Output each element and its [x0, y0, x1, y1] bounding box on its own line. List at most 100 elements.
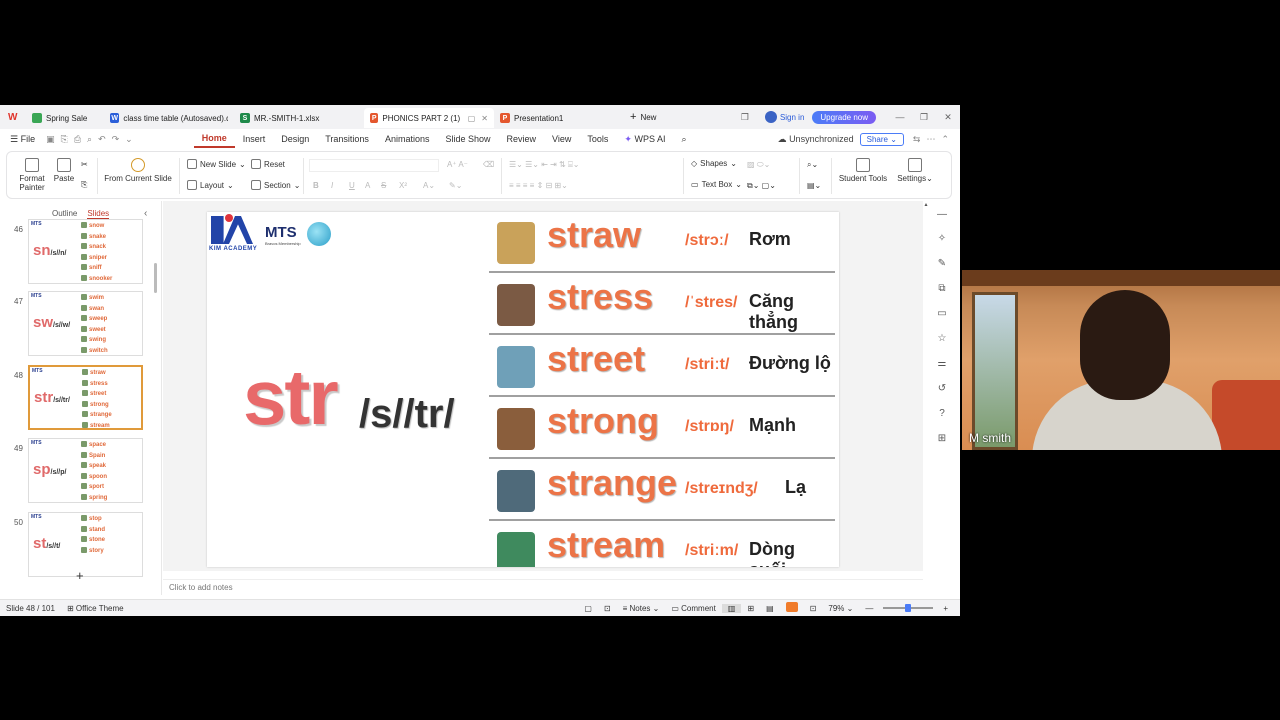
sign-in-button[interactable]: Sign in: [764, 111, 804, 123]
current-slide[interactable]: KIM ACADEMY MTS Bravos Membership str /s…: [207, 212, 839, 567]
fit-window-icon[interactable]: ⊡: [804, 604, 823, 613]
collapse-ribbon-icon[interactable]: ⌃: [938, 134, 952, 145]
align-icon[interactable]: ≡ ≡ ≡ ≡ ⇕ ⊟ ⊞⌄: [509, 181, 568, 190]
tab-review[interactable]: Review: [499, 134, 545, 144]
help-icon[interactable]: ?: [936, 408, 948, 420]
clear-format-icon[interactable]: ⌫: [483, 160, 494, 169]
comment-icon[interactable]: ▭: [936, 308, 948, 320]
select-icon[interactable]: ▤⌄: [807, 181, 821, 190]
close-window-icon[interactable]: ✕: [936, 112, 960, 123]
settings-button[interactable]: Settings⌄: [895, 158, 935, 183]
grid-icon[interactable]: ⊞: [936, 433, 948, 445]
wps-ai-button[interactable]: ✦ WPS AI: [616, 134, 673, 145]
tab-transitions[interactable]: Transitions: [317, 134, 377, 144]
restore-tab-icon[interactable]: ▢: [468, 114, 476, 123]
slide-thumbnail-50[interactable]: MTS st/s//t/stop stand stone story: [28, 512, 143, 577]
star-icon[interactable]: ☆: [936, 333, 948, 345]
chevron-down-icon[interactable]: ⌄: [122, 134, 136, 145]
play-slideshow-button[interactable]: [780, 602, 804, 614]
zoom-level[interactable]: 79% ⌄: [822, 604, 859, 613]
share-button[interactable]: Share ⌄: [859, 132, 904, 146]
copy-icon[interactable]: ⎘: [81, 180, 87, 190]
tab-mr-smith-xlsx[interactable]: S MR.-SMITH-1.xlsx: [234, 108, 364, 128]
reading-view-icon[interactable]: ▤: [760, 604, 780, 613]
shapes-button[interactable]: ◇ Shapes ⌄: [691, 159, 737, 168]
font-grow-icon[interactable]: A⁺ A⁻: [447, 160, 468, 169]
picture-icon[interactable]: ▨ ⬭⌄: [747, 160, 770, 170]
paste-button[interactable]: Paste: [51, 158, 77, 183]
slide-thumbnail-48[interactable]: MTS str/s//tr/straw stress street strong stra…: [28, 365, 143, 430]
font-name-select[interactable]: [309, 159, 439, 172]
cut-icon[interactable]: ✂: [81, 160, 88, 169]
font-color-icon[interactable]: A⌄: [423, 181, 435, 190]
edit-icon[interactable]: ✎: [936, 258, 948, 270]
new-tab-button[interactable]: + New: [624, 111, 662, 123]
fit-icon[interactable]: ▢: [578, 604, 598, 613]
theme-button[interactable]: ⊞ Office Theme: [61, 604, 130, 613]
print-preview-icon[interactable]: ⌕: [84, 134, 95, 145]
zoom-slider[interactable]: [883, 604, 934, 612]
minimize-icon[interactable]: —: [888, 112, 912, 122]
highlight-icon[interactable]: ✎⌄: [449, 181, 462, 190]
file-menu[interactable]: ☰ File: [0, 134, 43, 145]
copy-icon[interactable]: ⧉: [936, 283, 948, 295]
tab-design[interactable]: Design: [273, 134, 317, 144]
layout-button[interactable]: Layout ⌄: [187, 180, 234, 190]
zoom-in-icon[interactable]: +: [937, 604, 954, 613]
slide-thumbnail-46[interactable]: MTS sn/s//n/snow snake snack sniper sniff snoo…: [28, 219, 143, 284]
bullets-icon[interactable]: ☰⌄ ☰⌄ ⇤ ⇥ ⇅ ⌸⌄: [509, 160, 579, 170]
superscript-icon[interactable]: X²: [399, 181, 407, 190]
strikethrough-icon[interactable]: S: [381, 181, 386, 190]
scroll-up-icon[interactable]: ▴: [920, 201, 932, 213]
redo-icon[interactable]: ↷: [109, 134, 123, 145]
history-icon[interactable]: ↺: [936, 383, 948, 395]
upgrade-button[interactable]: Upgrade now: [812, 110, 876, 124]
export-icon[interactable]: ⎘: [58, 134, 71, 145]
comment-button[interactable]: ▭ Comment: [665, 604, 721, 613]
text-box-button[interactable]: ▭ Text Box ⌄: [691, 180, 742, 189]
check-icon[interactable]: ⊡: [598, 604, 617, 613]
magic-icon[interactable]: ✧: [936, 233, 948, 245]
italic-icon[interactable]: I: [331, 181, 333, 190]
notes-area[interactable]: Click to add notes: [163, 579, 923, 595]
chat-icon[interactable]: ⇆: [910, 134, 924, 145]
more-icon[interactable]: ⋯: [923, 134, 938, 145]
undo-icon[interactable]: ↶: [95, 134, 109, 145]
new-slide-button[interactable]: New Slide ⌄: [187, 159, 246, 169]
wps-logo-icon[interactable]: W: [8, 112, 18, 123]
format-painter-button[interactable]: Format Painter: [17, 158, 47, 192]
search-icon[interactable]: ⌕: [673, 134, 694, 145]
slide-thumbnail-49[interactable]: MTS sp/s//p/space Spain speak spoon sport spri…: [28, 438, 143, 503]
close-tab-icon[interactable]: ✕: [481, 114, 488, 123]
shadow-icon[interactable]: A: [365, 181, 370, 190]
student-tools-button[interactable]: Student Tools: [837, 158, 889, 183]
tab-presentation1[interactable]: P Presentation1: [494, 108, 624, 128]
tab-phonics-part2[interactable]: P PHONICS PART 2 (1) (3). ▢ ✕: [364, 108, 494, 128]
tab-spring-sale[interactable]: Spring Sale: [26, 108, 104, 128]
section-button[interactable]: Section ⌄: [251, 180, 300, 190]
find-icon[interactable]: ⌕⌄: [807, 160, 818, 170]
notes-button[interactable]: ≡ Notes ⌄: [617, 604, 666, 613]
tab-insert[interactable]: Insert: [235, 134, 274, 144]
maximize-icon[interactable]: ❐: [912, 112, 936, 123]
normal-view-icon[interactable]: ▥: [721, 603, 742, 613]
arrange-icon[interactable]: ⧉⌄ ▢⌄: [747, 181, 776, 191]
tab-slide-show[interactable]: Slide Show: [437, 134, 498, 144]
slide-sorter-icon[interactable]: ⊞: [741, 604, 760, 613]
underline-icon[interactable]: U: [349, 181, 355, 190]
zoom-out-icon[interactable]: —: [859, 604, 879, 613]
bold-icon[interactable]: B: [313, 181, 319, 190]
tab-tools[interactable]: Tools: [579, 134, 616, 144]
slide-thumbnail-47[interactable]: MTS sw/s//w/swim swan sweep sweet swing switch: [28, 291, 143, 356]
panel-scrollbar[interactable]: [154, 263, 157, 293]
unsynchronized-status[interactable]: ☁ Unsynchronized: [778, 134, 860, 145]
tab-class-time-table[interactable]: W class time table (Autosaved).do: [104, 108, 234, 128]
sliders-icon[interactable]: ⚌: [936, 358, 948, 370]
tab-home[interactable]: Home: [193, 130, 235, 148]
from-current-slide-button[interactable]: From Current Slide: [103, 158, 173, 183]
tab-view[interactable]: View: [544, 134, 579, 144]
reset-button[interactable]: Reset: [251, 159, 285, 169]
print-icon[interactable]: ⎙: [71, 134, 84, 145]
add-slide-icon[interactable]: +: [76, 568, 84, 583]
tab-animations[interactable]: Animations: [377, 134, 438, 144]
